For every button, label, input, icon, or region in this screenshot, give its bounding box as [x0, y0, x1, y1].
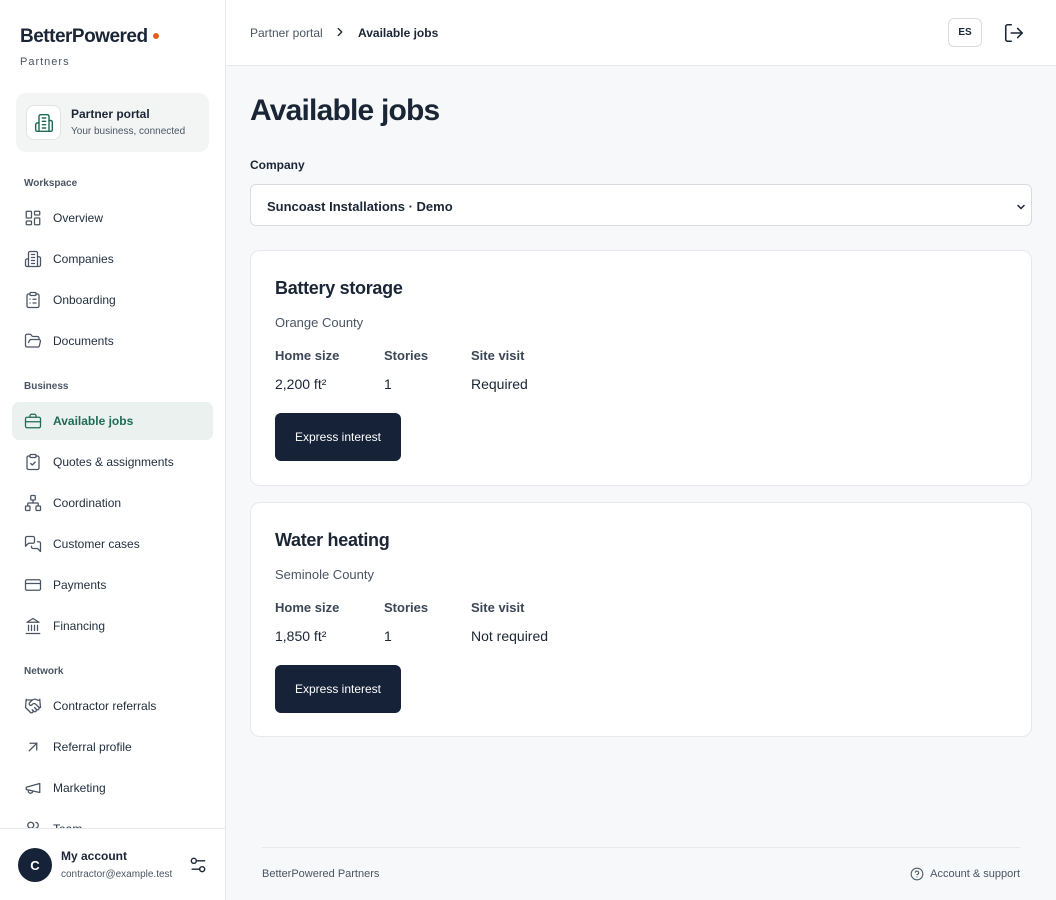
- job-attribute-label: Site visit: [471, 348, 525, 363]
- sidebar-item-companies[interactable]: Companies: [12, 240, 213, 278]
- job-attribute-label: Site visit: [471, 600, 525, 615]
- megaphone-icon: [12, 779, 53, 797]
- sidebar-item-payments[interactable]: Payments: [12, 566, 213, 604]
- job-attribute-label: Home size: [275, 348, 340, 363]
- briefcase-icon: [12, 412, 53, 430]
- sidebar-item-customer-cases[interactable]: Customer cases: [12, 525, 213, 563]
- job-attribute-value: Required: [471, 376, 528, 392]
- building-icon: [12, 250, 53, 268]
- account-name[interactable]: My account: [61, 849, 127, 863]
- job-attribute-value: 1,850 ft²: [275, 628, 327, 644]
- company-label: Company: [250, 158, 305, 172]
- building-icon: [26, 105, 61, 140]
- job-card: Battery storage Orange County Home size …: [250, 250, 1032, 486]
- brand-name: BetterPowered: [20, 26, 148, 47]
- arrow-up-right-icon: [12, 738, 53, 756]
- sidebar-item-label: Referral profile: [53, 740, 132, 754]
- job-attribute-label: Stories: [384, 600, 429, 615]
- portal-title: Partner portal: [71, 107, 150, 121]
- section-label-business: Business: [24, 381, 69, 392]
- job-attribute-value: Not required: [471, 628, 549, 644]
- folder-icon: [12, 332, 53, 350]
- sidebar-item-label: Financing: [53, 619, 106, 633]
- job-attribute-value: 1: [384, 376, 392, 392]
- settings-sliders-icon[interactable]: [188, 855, 208, 875]
- job-title: Water heating: [275, 530, 390, 550]
- sidebar-item-label: Marketing: [53, 781, 106, 795]
- account-support-link[interactable]: Account & support: [910, 867, 1020, 881]
- brand-logo[interactable]: BetterPowered: [20, 26, 159, 48]
- sidebar-item-marketing[interactable]: Marketing: [12, 769, 213, 807]
- brand-subtitle: Partners: [20, 56, 70, 68]
- section-label-network: Network: [24, 666, 64, 677]
- account-email: contractor@example.test: [61, 869, 173, 880]
- sidebar: BetterPowered Partners Partner portal Yo…: [0, 0, 226, 900]
- grid-icon: [12, 209, 53, 227]
- sidebar-item-label: Onboarding: [53, 293, 116, 307]
- section-label-workspace: Workspace: [24, 178, 78, 189]
- credit-card-icon: [12, 576, 53, 594]
- express-interest-button[interactable]: Express interest: [275, 413, 401, 461]
- logout-icon[interactable]: [1003, 22, 1025, 44]
- sidebar-item-label: Overview: [53, 211, 104, 225]
- sidebar-item-coordination[interactable]: Coordination: [12, 484, 213, 522]
- sidebar-item-quotes-assignments[interactable]: Quotes & assignments: [12, 443, 213, 481]
- clipboard-check-icon: [12, 453, 53, 471]
- language-toggle-button[interactable]: ES: [948, 18, 982, 47]
- clipboard-icon: [12, 291, 53, 309]
- portal-subtitle: Your business, connected: [71, 126, 186, 137]
- network-icon: [12, 494, 53, 512]
- job-attribute-label: Stories: [384, 348, 429, 363]
- sidebar-item-label: Quotes & assignments: [53, 455, 174, 469]
- job-attribute-value: 1: [384, 628, 392, 644]
- job-region: Orange County: [275, 315, 364, 330]
- sidebar-item-referral-profile[interactable]: Referral profile: [12, 728, 213, 766]
- chevron-right-icon: [333, 25, 347, 39]
- job-region: Seminole County: [275, 567, 374, 582]
- help-circle-icon: [910, 867, 924, 881]
- sidebar-item-label: Customer cases: [53, 537, 140, 551]
- avatar[interactable]: C: [18, 848, 52, 882]
- main-content: Available jobs Company Suncoast Installa…: [226, 66, 1056, 900]
- chevron-down-icon: [1015, 200, 1027, 212]
- sidebar-item-contractor-referrals[interactable]: Contractor referrals: [12, 687, 213, 725]
- express-interest-button[interactable]: Express interest: [275, 665, 401, 713]
- footer: BetterPowered Partners Account & support: [262, 847, 1020, 900]
- bank-icon: [12, 617, 53, 635]
- sidebar-item-label: Available jobs: [53, 414, 134, 428]
- breadcrumb-parent-link[interactable]: Partner portal: [250, 26, 323, 40]
- company-select[interactable]: Suncoast Installations · Demo: [250, 184, 1032, 226]
- footer-brand: BetterPowered Partners: [262, 868, 380, 880]
- job-title: Battery storage: [275, 278, 403, 298]
- page-title: Available jobs: [250, 94, 440, 127]
- sidebar-item-label: Coordination: [53, 496, 122, 510]
- sidebar-item-label: Contractor referrals: [53, 699, 157, 713]
- sidebar-item-label: Payments: [53, 578, 107, 592]
- topbar: Partner portal Available jobs ES: [226, 0, 1056, 66]
- company-select-value: Suncoast Installations · Demo: [267, 199, 453, 214]
- sidebar-item-label: Companies: [53, 252, 114, 266]
- sidebar-item-onboarding[interactable]: Onboarding: [12, 281, 213, 319]
- sidebar-item-available-jobs[interactable]: Available jobs: [12, 402, 213, 440]
- job-attribute-value: 2,200 ft²: [275, 376, 327, 392]
- breadcrumb-current: Available jobs: [358, 26, 439, 40]
- account-panel: C My account contractor@example.test: [0, 828, 225, 900]
- account-support-label: Account & support: [930, 868, 1020, 880]
- sidebar-item-documents[interactable]: Documents: [12, 322, 213, 360]
- sidebar-item-overview[interactable]: Overview: [12, 199, 213, 237]
- portal-card[interactable]: Partner portal Your business, connected: [16, 93, 209, 152]
- sidebar-item-financing[interactable]: Financing: [12, 607, 213, 645]
- job-attribute-label: Home size: [275, 600, 340, 615]
- job-card: Water heating Seminole County Home size …: [250, 502, 1032, 737]
- sidebar-item-label: Documents: [53, 334, 114, 348]
- handshake-icon: [12, 697, 53, 715]
- brand-dot: [152, 33, 159, 39]
- chat-icon: [12, 535, 53, 553]
